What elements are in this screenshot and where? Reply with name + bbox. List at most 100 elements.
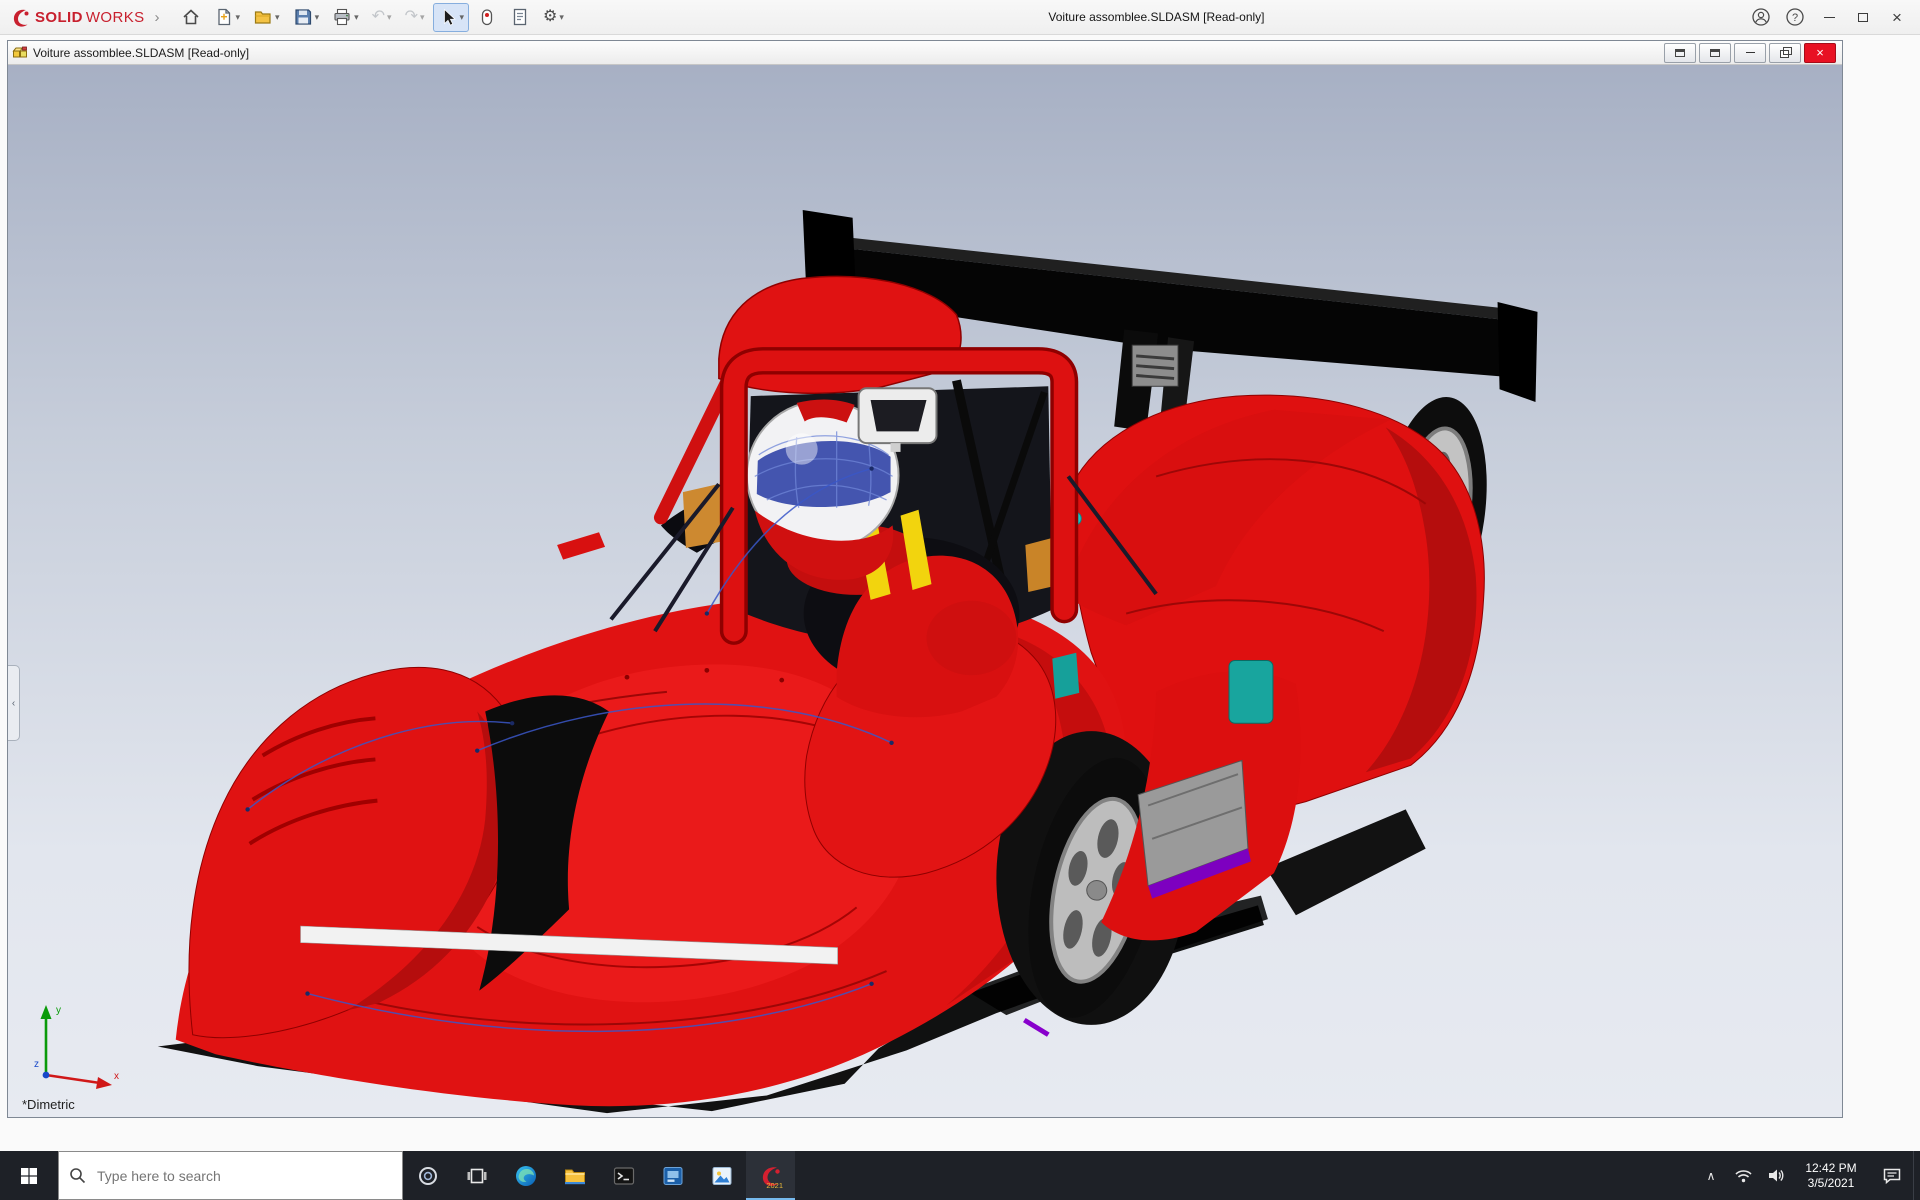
redo-dropdown[interactable]: ▾ (420, 12, 425, 23)
doc-tile-window-button[interactable] (1699, 42, 1731, 63)
doc-close-button[interactable]: × (1804, 42, 1836, 63)
volume-button[interactable] (1759, 1151, 1791, 1200)
clock-time: 12:42 PM (1805, 1160, 1857, 1175)
blue-app-button[interactable] (648, 1151, 697, 1200)
blue-app-icon (663, 1166, 682, 1185)
save-icon (294, 9, 311, 25)
save-dropdown[interactable]: ▾ (315, 12, 320, 23)
document-window: Voiture assomblee.SLDASM [Read-only] × ‹… (7, 40, 1843, 1118)
network-icon (1734, 1170, 1752, 1183)
file-explorer-button[interactable] (550, 1151, 599, 1200)
action-center-icon (1883, 1168, 1901, 1184)
terminal-app-button[interactable] (599, 1151, 648, 1200)
taskbar-search[interactable] (58, 1151, 403, 1200)
solidworks-logo: SOLID WORKS (6, 6, 149, 28)
doc-restore-button[interactable] (1769, 42, 1801, 63)
cortana-button[interactable] (403, 1151, 452, 1200)
task-view-icon (467, 1168, 486, 1183)
svg-text:2021: 2021 (766, 1181, 783, 1189)
close-button[interactable]: × (1880, 3, 1914, 31)
clock-date: 3/5/2021 (1807, 1175, 1855, 1190)
options-dropdown[interactable]: ▾ (559, 12, 564, 23)
graphics-viewport[interactable]: ‹ y x z *Dimetric (8, 65, 1842, 1117)
task-view-button[interactable] (452, 1151, 501, 1200)
search-input[interactable] (95, 1166, 392, 1185)
print-icon (334, 8, 350, 26)
taskbar-clock[interactable]: 12:42 PM 3/5/2021 (1791, 1151, 1871, 1200)
volume-icon (1768, 1169, 1783, 1182)
new-document-icon (217, 8, 230, 26)
solidworks-logo-icon (13, 9, 29, 27)
options-button[interactable]: ⚙ ▾ (538, 3, 569, 32)
svg-text:y: y (56, 1005, 61, 1016)
close-icon: × (1892, 7, 1902, 27)
app-window-controls: ? × (1744, 3, 1914, 31)
mouse-gestures-icon (481, 9, 493, 26)
mouse-gestures-button[interactable] (472, 3, 502, 32)
home-icon (182, 9, 199, 25)
featuremanager-collapsed-tab[interactable]: ‹ (8, 665, 20, 741)
select-arrow-icon (443, 8, 456, 26)
save-button[interactable]: ▾ (288, 3, 325, 32)
svg-text:x: x (114, 1071, 119, 1082)
undo-button[interactable]: ↶ ▾ (367, 3, 397, 32)
select-tool-dropdown[interactable]: ▾ (460, 12, 465, 23)
edge-button[interactable] (501, 1151, 550, 1200)
open-folder-icon (254, 11, 271, 24)
photos-app-button[interactable] (697, 1151, 746, 1200)
file-explorer-icon (564, 1169, 585, 1184)
print-dropdown[interactable]: ▾ (354, 12, 359, 23)
open-dropdown[interactable]: ▾ (275, 12, 280, 23)
redo-button[interactable]: ↷ ▾ (400, 3, 430, 32)
doc-new-window-button[interactable] (1664, 42, 1696, 63)
windows-taskbar: 2021 ∧ 12:42 PM 3/5/2021 (0, 1151, 1920, 1200)
undo-dropdown[interactable]: ▾ (387, 12, 392, 23)
new-document-button[interactable]: ▾ (209, 3, 246, 32)
brand-works-text: WORKS (85, 8, 145, 26)
print-button[interactable]: ▾ (327, 3, 364, 32)
document-properties-button[interactable] (505, 3, 535, 32)
car-model-render (157, 209, 1538, 1114)
doc-restore-icon (1779, 46, 1792, 58)
windows-logo-icon (21, 1167, 37, 1184)
account-button[interactable] (1744, 3, 1778, 31)
desktop-root: { "glyphs": { "flyout_arrow": "›", "drop… (0, 0, 1920, 1200)
undo-icon: ↶ (371, 8, 386, 25)
select-tool-button[interactable]: ▾ (432, 2, 470, 32)
solidworks-app-icon: 2021 (762, 1166, 783, 1189)
photos-icon (712, 1166, 731, 1185)
edge-icon (515, 1165, 536, 1186)
network-button[interactable] (1727, 1151, 1759, 1200)
tray-chevron-icon: ∧ (1706, 1168, 1716, 1183)
help-button[interactable]: ? (1778, 3, 1812, 31)
app-window-title: Voiture assomblee.SLDASM [Read-only] (1048, 10, 1265, 24)
home-button[interactable] (176, 3, 206, 32)
cortana-icon (418, 1166, 437, 1185)
document-titlebar[interactable]: Voiture assomblee.SLDASM [Read-only] × (8, 41, 1842, 65)
terminal-icon (613, 1166, 634, 1185)
document-properties-icon (513, 8, 527, 26)
doc-close-icon: × (1816, 45, 1824, 60)
window-icon (1710, 48, 1720, 57)
gear-icon: ⚙ (543, 8, 558, 25)
system-tray: ∧ 12:42 PM 3/5/2021 (1695, 1151, 1920, 1200)
doc-minimize-icon (1745, 52, 1755, 53)
solidworks-taskbar-button[interactable]: 2021 (746, 1151, 795, 1200)
help-icon: ? (1786, 8, 1804, 26)
app-titlebar[interactable]: SOLID WORKS › ▾ ▾ ▾ ▾ ↶ ▾ ↷ ▾ ▾ ⚙ ▾ Voit… (0, 0, 1920, 35)
new-document-dropdown[interactable]: ▾ (236, 12, 241, 23)
window-icon (1675, 48, 1685, 57)
svg-text:?: ? (1792, 12, 1798, 24)
view-orientation-label: *Dimetric (22, 1097, 75, 1112)
document-title: Voiture assomblee.SLDASM [Read-only] (33, 45, 250, 60)
tray-expand-button[interactable]: ∧ (1695, 1151, 1727, 1200)
doc-minimize-button[interactable] (1734, 42, 1766, 63)
panel-collapse-icon: ‹ (11, 697, 16, 709)
show-desktop-button[interactable] (1913, 1151, 1920, 1200)
open-button[interactable]: ▾ (248, 3, 285, 32)
action-center-button[interactable] (1871, 1151, 1913, 1200)
menu-flyout-arrow-icon[interactable]: › (149, 9, 166, 26)
maximize-button[interactable] (1846, 3, 1880, 31)
start-button[interactable] (0, 1151, 58, 1200)
minimize-button[interactable] (1812, 3, 1846, 31)
